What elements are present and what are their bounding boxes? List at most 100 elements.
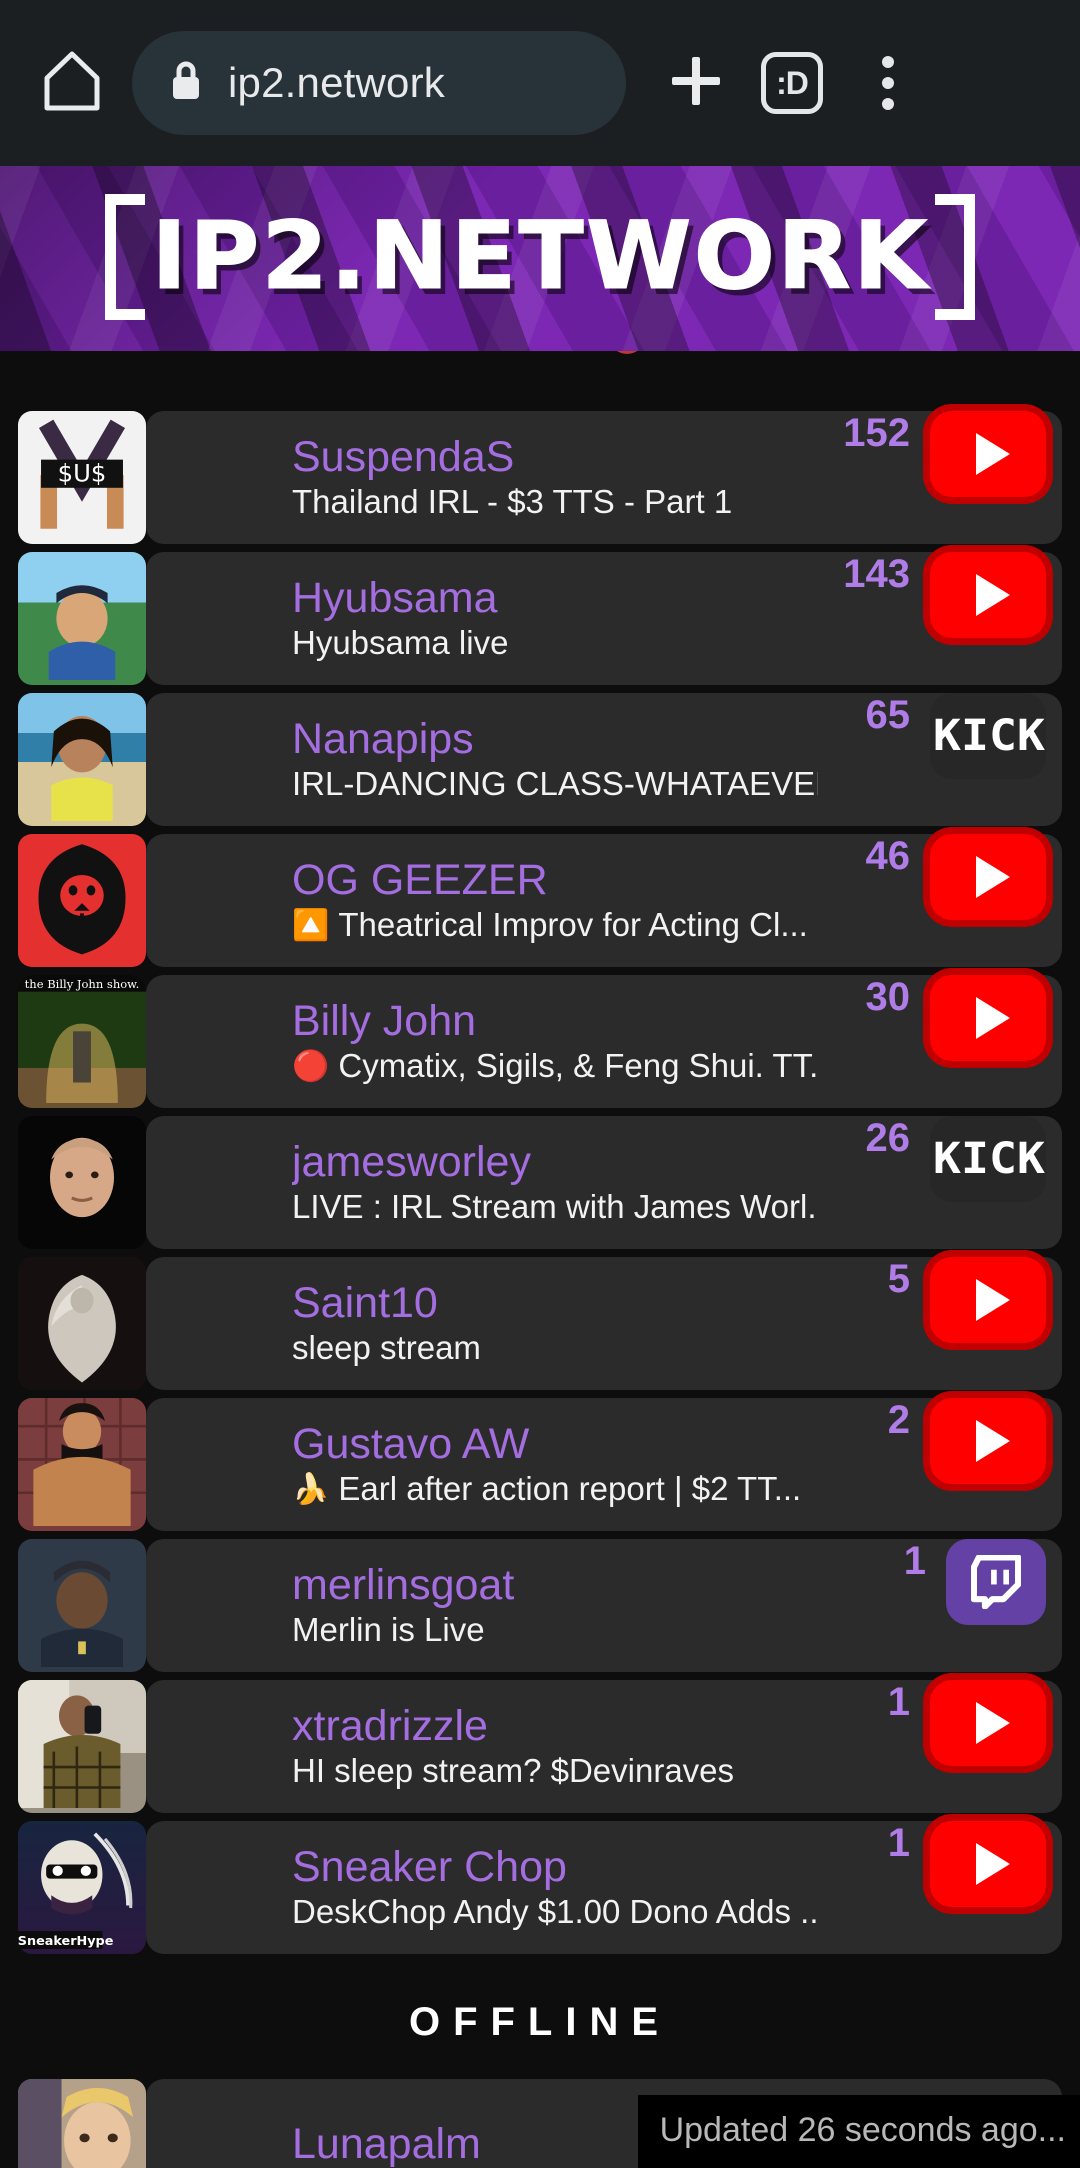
youtube-icon[interactable] bbox=[930, 1398, 1046, 1484]
home-button[interactable] bbox=[26, 37, 118, 129]
youtube-icon[interactable] bbox=[930, 834, 1046, 920]
stream-username[interactable]: Nanapips bbox=[292, 715, 818, 763]
viewer-count: 152 bbox=[843, 411, 910, 455]
youtube-icon[interactable] bbox=[930, 975, 1046, 1061]
stream-username[interactable]: OG GEEZER bbox=[292, 856, 818, 904]
live-section-label: LIVE bbox=[435, 351, 593, 360]
stream-username[interactable]: Billy John bbox=[292, 997, 818, 1045]
bracket-left-icon bbox=[104, 193, 149, 320]
svg-text:$U$: $U$ bbox=[58, 458, 107, 487]
stream-username[interactable]: Saint10 bbox=[292, 1279, 818, 1327]
play-triangle-icon bbox=[975, 1279, 1010, 1321]
live-stream-list: $U$ SuspendaS Thailand IRL - $3 TTS - Part… bbox=[0, 411, 1080, 1954]
stream-username[interactable]: jamesworley bbox=[292, 1138, 818, 1186]
youtube-icon[interactable] bbox=[930, 1680, 1046, 1766]
stream-username[interactable]: xtradrizzle bbox=[292, 1702, 818, 1750]
viewer-count: 65 bbox=[865, 693, 911, 737]
stream-row[interactable]: OG GEEZER 🔼 Theatrical Improv for Acting C… bbox=[18, 834, 1062, 967]
stream-meta: Gustavo AW 🍌 Earl after action report | $2… bbox=[292, 1398, 830, 1531]
woman-beach-avatar bbox=[18, 693, 146, 826]
kick-wordmark: KICK bbox=[933, 1133, 1045, 1184]
address-bar[interactable]: ip2.network bbox=[132, 31, 626, 135]
stream-row[interactable]: the Billy John show. Billy John 🔴 Cymatix, … bbox=[18, 975, 1062, 1108]
title-emoji-icon: 🔼 bbox=[292, 908, 330, 942]
kick-icon[interactable]: KICK bbox=[930, 693, 1046, 779]
stream-meta: jamesworley LIVE : IRL Stream with James … bbox=[292, 1116, 830, 1249]
stream-row[interactable]: #SneakerHype Sneaker ChopDeskChop Andy $1… bbox=[18, 1821, 1062, 1954]
stream-row[interactable]: Hyubsama Hyubsama live 143 bbox=[18, 552, 1062, 685]
billy-john-show-avatar: the Billy John show. bbox=[18, 975, 146, 1108]
stream-row[interactable]: $U$ SuspendaS Thailand IRL - $3 TTS - Part… bbox=[18, 411, 1062, 544]
address-bar-text: ip2.network bbox=[228, 59, 445, 106]
twitch-glitch-icon bbox=[971, 1555, 1021, 1609]
stream-title-line: DeskChop Andy $1.00 Dono Adds ... bbox=[292, 1893, 818, 1932]
stream-title: Cymatix, Sigils, & Feng Shui. TT... bbox=[338, 1047, 818, 1085]
play-triangle-icon bbox=[975, 433, 1010, 475]
stream-title-line: sleep stream bbox=[292, 1329, 818, 1368]
viewer-count: 1 bbox=[887, 1680, 910, 1724]
site-logo: IP2.NETWORK bbox=[104, 193, 976, 320]
stream-title-line: Hyubsama live bbox=[292, 624, 818, 663]
stream-meta: Hyubsama Hyubsama live bbox=[292, 552, 830, 685]
stream-row[interactable]: Nanapips IRL-DANCING CLASS-WHATAEVER... 65… bbox=[18, 693, 1062, 826]
more-vertical-icon bbox=[882, 56, 894, 110]
stream-username[interactable]: merlinsgoat bbox=[292, 1561, 834, 1609]
youtube-icon[interactable] bbox=[930, 411, 1046, 497]
stream-username[interactable]: Hyubsama bbox=[292, 574, 818, 622]
tab-switcher-button[interactable]: :D bbox=[744, 35, 840, 131]
stream-row[interactable]: merlinsgoat Merlin is Live 1 bbox=[18, 1539, 1062, 1672]
stream-title-line: 🍌 Earl after action report | $2 TT... bbox=[292, 1470, 818, 1509]
angel-statue-avatar bbox=[18, 1257, 146, 1390]
stream-username[interactable]: Gustavo AW bbox=[292, 1420, 818, 1468]
stream-title: Thailand IRL - $3 TTS - Part 1 bbox=[292, 483, 733, 521]
stream-title: LIVE : IRL Stream with James Worl... bbox=[292, 1188, 818, 1226]
stream-meta: OG GEEZER 🔼 Theatrical Improv for Acting C… bbox=[292, 834, 830, 967]
stream-row[interactable]: Gustavo AW 🍌 Earl after action report | $2… bbox=[18, 1398, 1062, 1531]
bald-man-avatar bbox=[18, 1116, 146, 1249]
live-red-dot-icon bbox=[609, 351, 646, 354]
youtube-icon[interactable] bbox=[930, 552, 1046, 638]
browser-menu-button[interactable] bbox=[840, 35, 936, 131]
svg-text:the Billy John show.: the Billy John show. bbox=[25, 977, 140, 991]
stream-title: Merlin is Live bbox=[292, 1611, 485, 1649]
stream-meta: Sneaker Chop DeskChop Andy $1.00 Dono Add… bbox=[292, 1821, 830, 1954]
play-triangle-icon bbox=[975, 574, 1010, 616]
stream-meta: SuspendaS Thailand IRL - $3 TTS - Part 1 bbox=[292, 411, 830, 544]
lock-icon bbox=[170, 60, 202, 106]
play-triangle-icon bbox=[975, 856, 1010, 898]
title-emoji-icon: 🍌 bbox=[292, 1472, 330, 1506]
viewer-count: 143 bbox=[843, 552, 910, 596]
suspenders-logo-avatar: $U$ bbox=[18, 411, 146, 544]
viewer-count: 2 bbox=[887, 1398, 910, 1442]
bodybuilder-avatar bbox=[18, 1398, 146, 1531]
stream-username[interactable]: SuspendaS bbox=[292, 433, 818, 481]
twitch-icon[interactable] bbox=[946, 1539, 1046, 1625]
stream-meta: merlinsgoat Merlin is Live bbox=[292, 1539, 846, 1672]
svg-text:#SneakerHype: #SneakerHype bbox=[18, 1934, 114, 1949]
stream-row[interactable]: xtradrizzle HI sleep stream? $Devinraves 1 bbox=[18, 1680, 1062, 1813]
tab-count-label: :D bbox=[761, 52, 823, 114]
youtube-icon[interactable] bbox=[930, 1821, 1046, 1907]
stream-row[interactable]: Saint10 sleep stream 5 bbox=[18, 1257, 1062, 1390]
stream-username[interactable]: Sneaker Chop bbox=[292, 1843, 818, 1891]
stream-title: Theatrical Improv for Acting Cl... bbox=[338, 906, 808, 944]
sneakerhype-cartoon-avatar: #SneakerHype bbox=[18, 1821, 146, 1954]
home-icon bbox=[43, 50, 101, 116]
stream-row[interactable]: jamesworley LIVE : IRL Stream with James … bbox=[18, 1116, 1062, 1249]
viewer-count: 1 bbox=[887, 1821, 910, 1865]
site-banner: IP2.NETWORK bbox=[0, 166, 1080, 351]
man-beanie-avatar bbox=[18, 1539, 146, 1672]
viewer-count: 5 bbox=[887, 1257, 910, 1301]
play-triangle-icon bbox=[975, 997, 1010, 1039]
new-tab-button[interactable] bbox=[648, 35, 744, 131]
plus-icon bbox=[666, 51, 726, 115]
browser-toolbar: ip2.network :D bbox=[0, 0, 1080, 166]
youtube-icon[interactable] bbox=[930, 1257, 1046, 1343]
site-title: IP2.NETWORK bbox=[150, 201, 930, 311]
kick-icon[interactable]: KICK bbox=[930, 1116, 1046, 1202]
stream-title-line: IRL-DANCING CLASS-WHATAEVER... bbox=[292, 765, 818, 804]
status-toast: Updated 26 seconds ago... bbox=[637, 2095, 1080, 2168]
stream-title-line: 🔼 Theatrical Improv for Acting Cl... bbox=[292, 906, 818, 945]
bracket-right-icon bbox=[931, 193, 976, 320]
stream-meta: xtradrizzle HI sleep stream? $Devinraves bbox=[292, 1680, 830, 1813]
